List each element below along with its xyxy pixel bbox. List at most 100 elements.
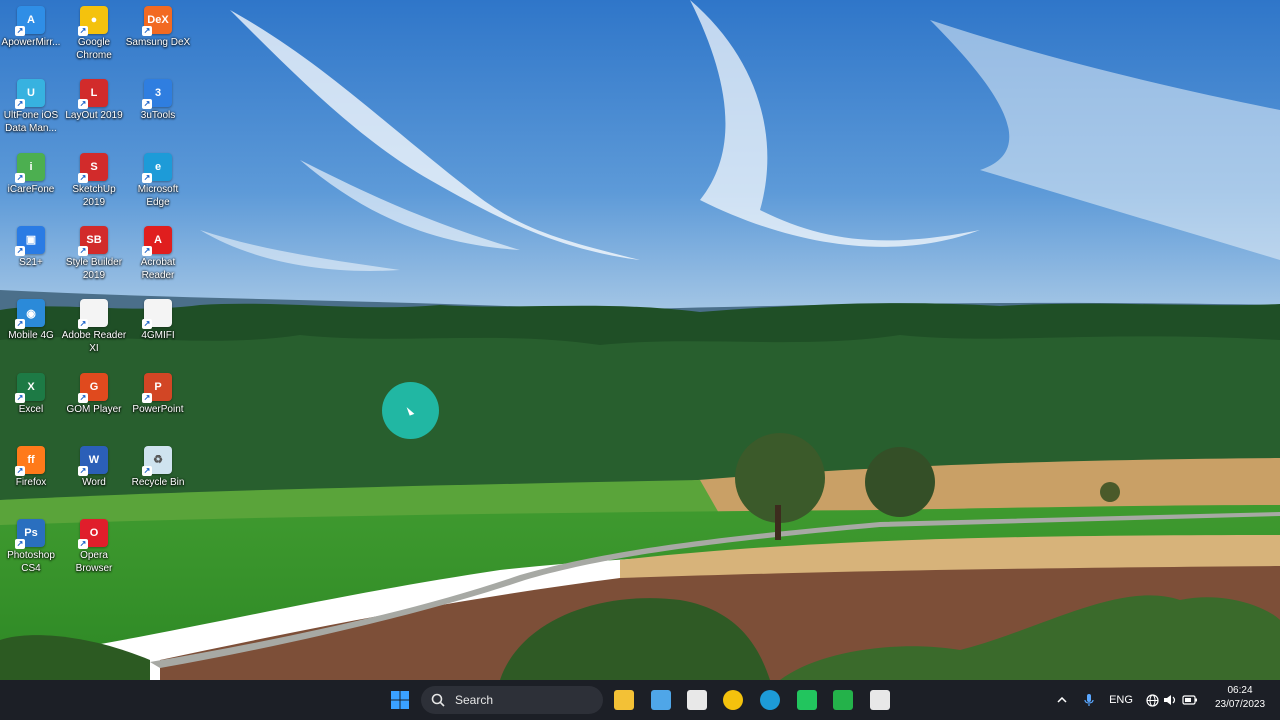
shortcut-arrow-icon: ↗ <box>78 392 88 403</box>
microphone-icon <box>1084 694 1094 706</box>
shortcut-arrow-icon: ↗ <box>78 319 88 330</box>
camtasia-icon <box>833 690 853 710</box>
shortcut-arrow-icon: ↗ <box>142 245 152 256</box>
volume-button[interactable] <box>1162 680 1178 720</box>
taskbar-app-button[interactable] <box>682 685 712 715</box>
network-button[interactable] <box>1144 680 1160 720</box>
shortcut-arrow-icon: ↗ <box>15 172 25 183</box>
edge-icon <box>760 690 780 710</box>
chevron-up-icon <box>1057 697 1067 703</box>
desktop-icon[interactable]: ◉ ↗ Mobile 4G <box>0 295 64 342</box>
desktop-icon[interactable]: ff ↗ Firefox <box>0 442 64 489</box>
desktop-icon-label: iCareFone <box>7 183 55 195</box>
desktop-icon[interactable]: ♻ ↗ Recycle Bin <box>125 442 191 489</box>
windows-start-icon <box>391 691 409 709</box>
battery-button[interactable] <box>1181 680 1199 720</box>
chrome-icon <box>723 690 743 710</box>
desktop-icon-label: Opera Browser <box>75 550 113 575</box>
globe-network-icon <box>1145 693 1159 707</box>
desktop-icon-label: SketchUp 2019 <box>72 183 116 208</box>
speaker-icon <box>1164 695 1176 705</box>
shortcut-arrow-icon: ↗ <box>142 172 152 183</box>
shortcut-arrow-icon: ↗ <box>142 26 152 36</box>
shortcut-arrow-icon: ↗ <box>78 26 88 36</box>
taskbar-app-button[interactable] <box>609 685 639 715</box>
desktop-icon[interactable]: ● ↗ Google Chrome <box>61 2 127 62</box>
desktop-icon-label: 4GMIFI <box>141 330 175 342</box>
desktop-icon[interactable]: A ↗ Acrobat Reader <box>125 222 191 282</box>
firefox-icon: ff ↗ <box>15 445 45 476</box>
clock-time: 06:24 <box>1227 685 1253 696</box>
ultfone-icon: U ↗ <box>15 79 45 110</box>
shortcut-arrow-icon: ↗ <box>15 392 25 403</box>
desktop-icon[interactable]: e ↗ Microsoft Edge <box>125 149 191 209</box>
layout-icon: L ↗ <box>78 79 108 110</box>
desktop-icon[interactable]: O ↗ Opera Browser <box>61 515 127 575</box>
desktop-icon-label: Word <box>82 476 106 488</box>
desktop-icon[interactable]: S ↗ SketchUp 2019 <box>61 149 127 209</box>
desktop-icon[interactable]: A ↗ ApowerMirr... <box>0 2 64 49</box>
acrobat-icon: A ↗ <box>142 225 172 256</box>
shortcut-arrow-icon: ↗ <box>15 465 25 476</box>
desktop-icon[interactable]: W ↗ Word <box>61 442 127 489</box>
desktop-icon[interactable]: Ps ↗ Photoshop CS4 <box>0 515 64 575</box>
taskbar-app-button[interactable] <box>718 685 748 715</box>
battery-icon <box>1182 695 1197 705</box>
desktop-icon-label: Samsung DeX <box>125 37 191 48</box>
shortcut-arrow-icon: ↗ <box>78 172 88 183</box>
desktop-icon-label: Acrobat Reader <box>140 256 176 281</box>
word-icon: W ↗ <box>78 445 108 476</box>
desktop-icon[interactable]: SB ↗ Style Builder 2019 <box>61 222 127 282</box>
clock-date: 23/07/2023 <box>1214 699 1266 710</box>
opera-icon: O ↗ <box>78 519 108 550</box>
desktop-icon-label: Mobile 4G <box>8 330 54 342</box>
desktop-icon[interactable]: ↗ 4GMIFI <box>125 295 191 342</box>
desktop-icon[interactable]: DeX ↗ Samsung DeX <box>125 2 191 49</box>
samsung-dex-icon: DeX ↗ <box>142 6 172 36</box>
desktop-icon[interactable]: 3 ↗ 3uTools <box>125 75 191 122</box>
cursor-highlight <box>382 382 439 439</box>
show-hidden-icons-button[interactable] <box>1054 680 1070 720</box>
icarefone-icon: i ↗ <box>15 152 45 183</box>
desktop-icon-label: LayOut 2019 <box>65 110 123 122</box>
taskbar-app-button[interactable] <box>828 685 858 715</box>
taskbar-clock[interactable]: 06:24 23/07/2023 <box>1204 684 1276 712</box>
desktop-wallpaper <box>0 0 1280 680</box>
taskbar-search-box[interactable]: Search <box>421 686 603 714</box>
mobile-4g-icon: ◉ ↗ <box>15 299 45 330</box>
desktop-icon[interactable]: P ↗ PowerPoint <box>125 369 191 416</box>
file-icon: ↗ <box>142 299 172 330</box>
file-icon: ↗ <box>78 299 108 330</box>
desktop-icon[interactable]: G ↗ GOM Player <box>61 369 127 416</box>
desktop-icon[interactable]: U ↗ UltFone iOS Data Man... <box>0 75 64 135</box>
desktop-icon[interactable]: X ↗ Excel <box>0 369 64 416</box>
s21-icon: ▣ ↗ <box>15 225 45 256</box>
chrome-icon: ● ↗ <box>78 6 108 36</box>
powerpoint-icon: P ↗ <box>142 372 172 403</box>
desktop-icon-label: Google Chrome <box>76 37 112 61</box>
camtasia-recorder-icon <box>870 690 890 710</box>
shortcut-arrow-icon: ↗ <box>15 245 25 256</box>
microphone-button[interactable] <box>1080 680 1098 720</box>
mouse-pointer-icon <box>406 405 415 416</box>
taskbar-app-button[interactable] <box>755 685 785 715</box>
shortcut-arrow-icon: ↗ <box>15 99 25 110</box>
desktop-icon-label: Photoshop CS4 <box>7 550 55 575</box>
taskbar-app-button[interactable] <box>865 685 895 715</box>
desktop-icon[interactable]: ▣ ↗ S21+ <box>0 222 64 269</box>
taskbar-app-button[interactable] <box>792 685 822 715</box>
shortcut-arrow-icon: ↗ <box>78 465 88 476</box>
recycle-bin-icon: ♻ ↗ <box>142 445 172 476</box>
language-indicator[interactable]: ENG <box>1106 680 1136 720</box>
start-button[interactable] <box>385 685 415 715</box>
notepad-icon <box>651 690 671 710</box>
shortcut-arrow-icon: ↗ <box>15 26 25 36</box>
desktop-icon[interactable]: ↗ Adobe Reader XI <box>61 295 127 355</box>
shortcut-arrow-icon: ↗ <box>78 539 88 550</box>
shortcut-arrow-icon: ↗ <box>78 245 88 256</box>
desktop-icon[interactable]: L ↗ LayOut 2019 <box>61 75 127 122</box>
sketchup-icon: S ↗ <box>78 152 108 183</box>
taskbar-app-button[interactable] <box>646 685 676 715</box>
shortcut-arrow-icon: ↗ <box>142 392 152 403</box>
desktop-icon[interactable]: i ↗ iCareFone <box>0 149 64 196</box>
